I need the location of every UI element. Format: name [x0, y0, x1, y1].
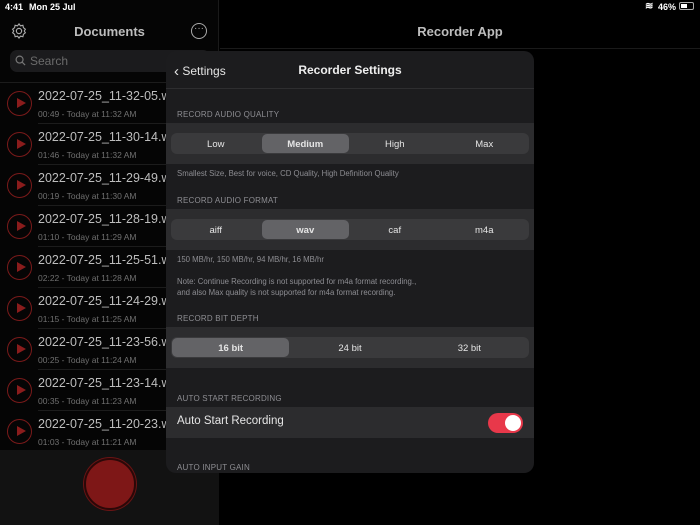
recording-meta: 00:49 - Today at 11:32 AM — [38, 109, 137, 119]
battery-percent: 46% — [658, 2, 677, 12]
segment-bitdepth-option[interactable]: 24 bit — [291, 338, 408, 357]
status-time: 4:41 — [5, 2, 24, 12]
section-header-autogain: AUTO INPUT GAIN — [177, 463, 250, 472]
segment-quality-option[interactable]: Max — [441, 134, 529, 153]
recording-meta: 02:22 - Today at 11:28 AM — [38, 273, 137, 283]
recording-meta: 00:25 - Today at 11:24 AM — [38, 355, 137, 365]
play-icon[interactable] — [7, 255, 32, 280]
section-header-autostart: AUTO START RECORDING — [177, 394, 282, 403]
segment-quality-option[interactable]: Medium — [261, 134, 349, 153]
recording-meta: 00:35 - Today at 11:23 AM — [38, 396, 137, 406]
battery-icon — [679, 2, 694, 10]
recording-meta: 01:10 - Today at 11:29 AM — [38, 232, 137, 242]
format-segmented-control[interactable]: aiff wav caf m4a — [171, 219, 529, 240]
recording-meta: 01:03 - Today at 11:21 AM — [38, 437, 137, 447]
auto-start-label: Auto Start Recording — [177, 415, 284, 427]
recorder-settings-modal: ‹ Settings Recorder Settings RECORD AUDI… — [166, 51, 534, 473]
play-icon[interactable] — [7, 214, 32, 239]
play-icon[interactable] — [7, 91, 32, 116]
recording-meta: 01:46 - Today at 11:32 AM — [38, 150, 137, 160]
segment-format-option[interactable]: aiff — [172, 220, 260, 239]
search-icon — [15, 55, 26, 66]
more-options-icon[interactable]: ··· — [191, 23, 207, 39]
segment-bitdepth-option[interactable]: 32 bit — [411, 338, 528, 357]
format-note-line1: Note: Continue Recording is not supporte… — [177, 277, 417, 286]
modal-title: Recorder Settings — [298, 63, 402, 77]
search-placeholder: Search — [30, 54, 69, 68]
segment-format-option[interactable]: caf — [351, 220, 439, 239]
auto-start-row: Auto Start Recording — [166, 407, 534, 438]
status-bar: 4:41 Mon 25 Jul ≋ 46% — [0, 0, 700, 14]
play-icon[interactable] — [7, 337, 32, 362]
section-header-quality: RECORD AUDIO QUALITY — [177, 110, 280, 119]
quality-footer: Smallest Size, Best for voice, CD Qualit… — [177, 169, 399, 178]
play-icon[interactable] — [7, 419, 32, 444]
bitdepth-segmented-control[interactable]: 16 bit 24 bit 32 bit — [171, 337, 529, 358]
documents-title: Documents — [74, 24, 145, 39]
app-title: Recorder App — [417, 24, 503, 39]
quality-segmented-control[interactable]: Low Medium High Max — [171, 133, 529, 154]
format-note-line2: and also Max quality is not supported fo… — [177, 288, 396, 297]
recording-meta: 00:19 - Today at 11:30 AM — [38, 191, 137, 201]
play-icon[interactable] — [7, 173, 32, 198]
status-date: Mon 25 Jul — [29, 2, 76, 12]
recording-meta: 01:15 - Today at 11:25 AM — [38, 314, 137, 324]
format-footer: 150 MB/hr, 150 MB/hr, 94 MB/hr, 16 MB/hr — [177, 255, 324, 264]
play-icon[interactable] — [7, 378, 32, 403]
segment-bitdepth-option[interactable]: 16 bit — [172, 338, 290, 357]
section-header-bitdepth: RECORD BIT DEPTH — [177, 314, 259, 323]
segment-quality-option[interactable]: Low — [172, 134, 260, 153]
section-header-format: RECORD AUDIO FORMAT — [177, 196, 278, 205]
play-icon[interactable] — [7, 296, 32, 321]
segment-quality-option[interactable]: High — [351, 134, 439, 153]
segment-format-option[interactable]: wav — [261, 220, 349, 239]
play-icon[interactable] — [7, 132, 32, 157]
wifi-icon: ≋ — [645, 1, 654, 12]
segment-format-option[interactable]: m4a — [441, 220, 529, 239]
modal-nav-bar: ‹ Settings Recorder Settings — [166, 51, 534, 89]
record-button[interactable] — [84, 458, 136, 510]
auto-start-toggle[interactable] — [488, 413, 523, 433]
